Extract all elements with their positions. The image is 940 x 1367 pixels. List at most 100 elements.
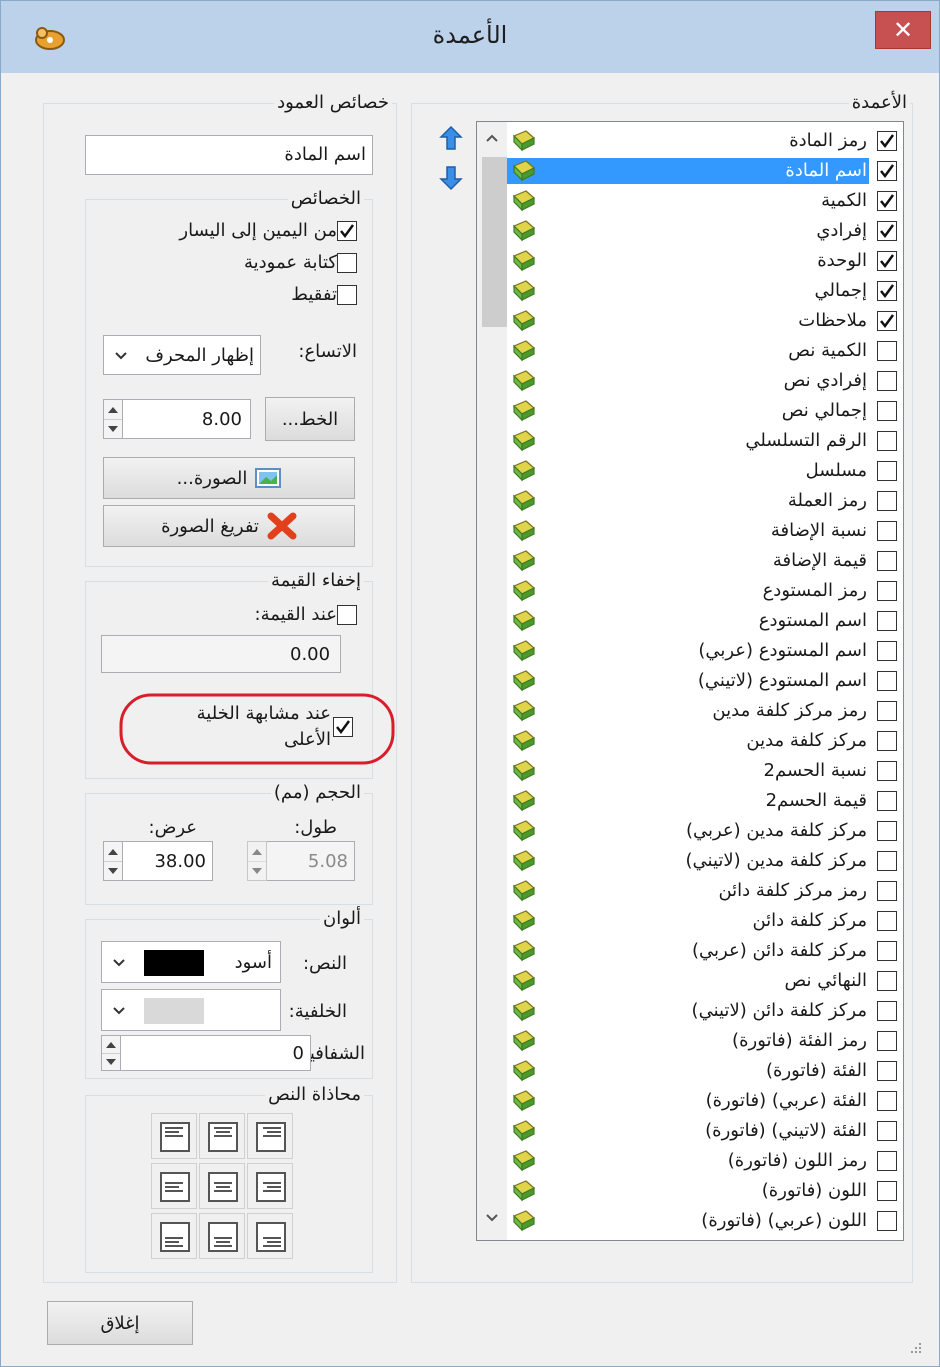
align-top-right-button[interactable]	[247, 1113, 293, 1159]
list-item[interactable]: مركز كلفة دائن	[507, 906, 903, 936]
list-item-checkbox[interactable]	[877, 671, 897, 691]
image-button[interactable]: الصورة...	[103, 457, 355, 499]
list-item[interactable]: الكمية	[507, 186, 903, 216]
align-bottom-center-button[interactable]	[199, 1213, 245, 1259]
list-item[interactable]: الفئة (عربي) (فاتورة)	[507, 1086, 903, 1116]
list-scroll-thumb[interactable]	[482, 157, 507, 327]
list-item-checkbox[interactable]	[877, 611, 897, 631]
list-item-checkbox[interactable]	[877, 1211, 897, 1231]
list-item-checkbox[interactable]	[877, 551, 897, 571]
list-item-checkbox[interactable]	[877, 731, 897, 751]
list-item-checkbox[interactable]	[877, 461, 897, 481]
list-item[interactable]: رمز مركز كلفة مدين	[507, 696, 903, 726]
list-item[interactable]: مركز كلفة مدين (عربي)	[507, 816, 903, 846]
spin-up-icon[interactable]	[104, 842, 122, 862]
list-item[interactable]: رمز العملة	[507, 486, 903, 516]
hide-value-field[interactable]: 0.00	[101, 635, 341, 673]
list-item[interactable]: نسبة الحسم2	[507, 756, 903, 786]
list-item[interactable]: الفئة (فاتورة)	[507, 1056, 903, 1086]
align-top-center-button[interactable]	[199, 1113, 245, 1159]
list-item-checkbox[interactable]	[877, 341, 897, 361]
list-item[interactable]: مركز كلفة مدين (لاتيني)	[507, 846, 903, 876]
spin-up-icon[interactable]	[102, 1036, 120, 1054]
list-item-checkbox[interactable]	[877, 281, 897, 301]
list-item[interactable]: اسم المستودع (لاتيني)	[507, 666, 903, 696]
font-size-spinner[interactable]	[103, 399, 123, 439]
list-item-checkbox[interactable]	[877, 641, 897, 661]
overflow-select[interactable]: إظهار المحرف	[103, 335, 261, 375]
list-item-checkbox[interactable]	[877, 131, 897, 151]
list-item-checkbox[interactable]	[877, 1061, 897, 1081]
length-spinner[interactable]	[247, 841, 267, 881]
list-item[interactable]: مركز كلفة مدين	[507, 726, 903, 756]
list-item-checkbox[interactable]	[877, 1181, 897, 1201]
rtl-checkbox[interactable]	[337, 221, 357, 241]
list-item-checkbox[interactable]	[877, 911, 897, 931]
list-item-checkbox[interactable]	[877, 761, 897, 781]
list-item[interactable]: إفرادي	[507, 216, 903, 246]
length-field[interactable]: 5.08	[267, 841, 355, 881]
list-item[interactable]: مسلسل	[507, 456, 903, 486]
list-item[interactable]: النهائي نص	[507, 966, 903, 996]
scroll-down-icon[interactable]	[486, 1214, 498, 1222]
list-item-checkbox[interactable]	[877, 221, 897, 241]
list-item[interactable]: مركز كلفة دائن (لاتيني)	[507, 996, 903, 1026]
list-item-checkbox[interactable]	[877, 821, 897, 841]
list-item-checkbox[interactable]	[877, 941, 897, 961]
list-item-checkbox[interactable]	[877, 521, 897, 541]
width-spinner[interactable]	[103, 841, 123, 881]
list-item[interactable]: رمز الفئة (فاتورة)	[507, 1026, 903, 1056]
list-item[interactable]: رمز اللون (فاتورة)	[507, 1146, 903, 1176]
background-color-select[interactable]	[101, 989, 281, 1031]
list-item-checkbox[interactable]	[877, 311, 897, 331]
font-size-field[interactable]: 8.00	[123, 399, 251, 439]
list-item[interactable]: اللون (عربي) (فاتورة)	[507, 1206, 903, 1236]
list-item-checkbox[interactable]	[877, 401, 897, 421]
list-item-checkbox[interactable]	[877, 1091, 897, 1111]
align-middle-right-button[interactable]	[247, 1163, 293, 1209]
on-value-checkbox[interactable]	[337, 605, 357, 625]
list-item[interactable]: اسم المستودع	[507, 606, 903, 636]
list-item-checkbox[interactable]	[877, 1031, 897, 1051]
list-item[interactable]: الفئة (لاتيني) (فاتورة)	[507, 1116, 903, 1146]
list-item[interactable]: اسم المادة	[507, 156, 903, 186]
spin-down-icon[interactable]	[104, 861, 122, 880]
list-item[interactable]: رمز المادة	[507, 126, 903, 156]
move-down-icon[interactable]	[439, 165, 463, 191]
list-item[interactable]: مركز كلفة دائن (عربي)	[507, 936, 903, 966]
spin-down-icon[interactable]	[102, 1053, 120, 1070]
list-item-checkbox[interactable]	[877, 581, 897, 601]
columns-list[interactable]: رمز المادة اسم المادة الكمية إفرادي الوحدة إج…	[476, 121, 904, 1241]
text-color-select[interactable]: أسود	[101, 941, 281, 983]
close-window-button[interactable]: ✕	[875, 11, 931, 49]
tafqit-checkbox[interactable]	[337, 285, 357, 305]
list-item[interactable]: الكمية نص	[507, 336, 903, 366]
list-item-checkbox[interactable]	[877, 881, 897, 901]
spin-down-icon[interactable]	[104, 419, 122, 438]
list-item[interactable]: قيمة الحسم2	[507, 786, 903, 816]
list-item[interactable]: الرقم التسلسلي	[507, 426, 903, 456]
list-item-checkbox[interactable]	[877, 191, 897, 211]
align-bottom-left-button[interactable]	[151, 1213, 197, 1259]
align-middle-left-button[interactable]	[151, 1163, 197, 1209]
title-bar[interactable]: الأعمدة ✕	[1, 1, 939, 73]
close-button[interactable]: إغلاق	[47, 1301, 193, 1345]
list-item[interactable]: اللون (فاتورة)	[507, 1176, 903, 1206]
opacity-spinner[interactable]	[101, 1035, 121, 1071]
list-item[interactable]: إجمالي نص	[507, 396, 903, 426]
column-name-field[interactable]: اسم المادة	[85, 135, 373, 175]
scroll-up-icon[interactable]	[486, 134, 498, 142]
list-item[interactable]: ملاحظات	[507, 306, 903, 336]
list-item[interactable]: إجمالي	[507, 276, 903, 306]
list-item[interactable]: رمز المستودع	[507, 576, 903, 606]
font-button[interactable]: الخط...	[265, 397, 355, 441]
opacity-field[interactable]: 0	[121, 1035, 311, 1071]
list-item[interactable]: رمز مركز كلفة دائن	[507, 876, 903, 906]
list-item-checkbox[interactable]	[877, 161, 897, 181]
list-scrollbar[interactable]	[477, 122, 507, 1240]
list-item-checkbox[interactable]	[877, 851, 897, 871]
move-up-icon[interactable]	[439, 125, 463, 151]
list-item-checkbox[interactable]	[877, 1151, 897, 1171]
list-item[interactable]: اسم المستودع (عربي)	[507, 636, 903, 666]
align-bottom-right-button[interactable]	[247, 1213, 293, 1259]
